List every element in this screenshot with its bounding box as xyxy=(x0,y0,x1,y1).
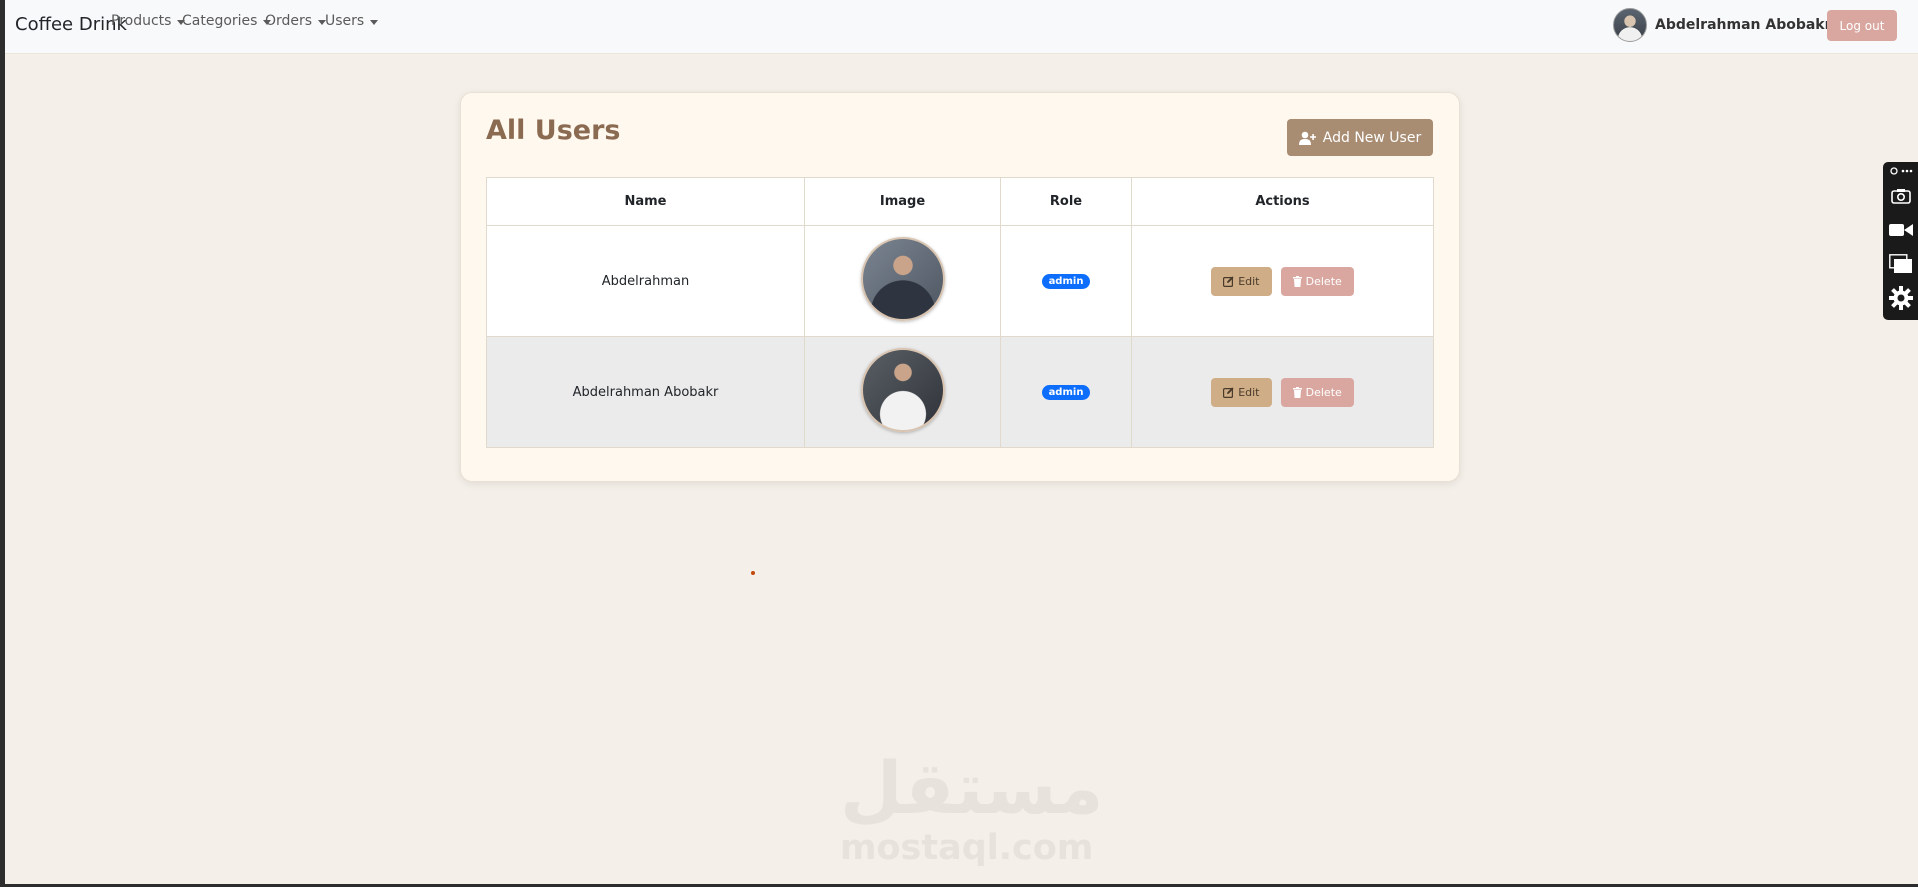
windows-icon xyxy=(1888,254,1912,273)
nav-users-label: Users xyxy=(325,13,365,29)
nav-categories-dropdown[interactable]: Categories xyxy=(182,13,272,29)
users-card: All Users Add New User Name Image Role A… xyxy=(460,92,1460,482)
user-role-cell: admin xyxy=(1000,225,1132,337)
delete-label: Delete xyxy=(1305,385,1342,399)
edit-button[interactable]: Edit xyxy=(1211,266,1272,296)
toolbar-menu-button[interactable] xyxy=(1883,166,1918,176)
edit-label: Edit xyxy=(1238,385,1260,399)
user-actions-cell: Edit Delete xyxy=(1131,336,1434,448)
current-user[interactable]: Abdelrahman Abobakr xyxy=(1613,8,1832,42)
user-actions-cell: Edit Delete xyxy=(1131,225,1434,337)
user-name-cell: Abdelrahman Abobakr xyxy=(486,336,805,448)
nav-orders-label: Orders xyxy=(265,13,313,29)
edit-label: Edit xyxy=(1238,274,1260,288)
watermark-logo-arabic: مستقل xyxy=(840,746,1104,830)
delete-button[interactable]: Delete xyxy=(1280,377,1354,407)
avatar xyxy=(1613,8,1647,42)
delete-label: Delete xyxy=(1305,274,1342,288)
windows-button[interactable] xyxy=(1883,254,1918,274)
nav-products-label: Products xyxy=(111,13,172,29)
watermark-logo-latin: mostaql.com xyxy=(840,828,1094,868)
add-user-button[interactable]: Add New User xyxy=(1287,119,1433,156)
logout-button[interactable]: Log out xyxy=(1827,10,1897,41)
caret-down-icon xyxy=(370,19,379,25)
current-user-name: Abdelrahman Abobakr xyxy=(1655,17,1832,33)
nav-categories-label: Categories xyxy=(182,13,258,29)
user-role-cell: admin xyxy=(1000,336,1132,448)
user-plus-icon xyxy=(1298,131,1316,145)
header-actions: Actions xyxy=(1131,177,1434,226)
camera-icon xyxy=(1890,189,1911,204)
role-badge: admin xyxy=(1041,385,1091,400)
page-title: All Users xyxy=(486,115,621,146)
window-frame-left xyxy=(0,0,5,887)
header-name: Name xyxy=(486,177,805,226)
gear-icon xyxy=(1888,286,1913,310)
add-user-label: Add New User xyxy=(1322,129,1422,146)
user-image-cell xyxy=(804,225,1001,337)
delete-button[interactable]: Delete xyxy=(1280,266,1354,296)
table-row: Abdelrahman admin Edit Delete xyxy=(486,225,1434,337)
more-icon xyxy=(1889,167,1912,175)
table-header-row: Name Image Role Actions xyxy=(486,177,1434,226)
header-role: Role xyxy=(1000,177,1132,226)
trash-icon xyxy=(1292,275,1302,287)
table-row: Abdelrahman Abobakr admin Edit Delete xyxy=(486,336,1434,448)
trash-icon xyxy=(1292,386,1302,398)
user-photo xyxy=(860,237,945,321)
header-image: Image xyxy=(804,177,1001,226)
screenshot-button[interactable] xyxy=(1883,188,1918,204)
role-badge: admin xyxy=(1041,274,1091,289)
user-image-cell xyxy=(804,336,1001,448)
record-button[interactable] xyxy=(1883,222,1918,238)
nav-products-dropdown[interactable]: Products xyxy=(111,13,186,29)
settings-button[interactable] xyxy=(1883,286,1918,310)
video-camera-icon xyxy=(1888,224,1913,236)
user-name-cell: Abdelrahman xyxy=(486,225,805,337)
nav-orders-dropdown[interactable]: Orders xyxy=(265,13,327,29)
top-navbar: Coffee Drink Products Categories Orders … xyxy=(5,0,1918,54)
edit-button[interactable]: Edit xyxy=(1211,377,1272,407)
nav-users-dropdown[interactable]: Users xyxy=(325,13,379,29)
floating-toolbar xyxy=(1883,162,1918,320)
users-table: Name Image Role Actions Abdelrahman admi… xyxy=(486,177,1434,448)
edit-icon xyxy=(1223,275,1234,287)
edit-icon xyxy=(1223,386,1234,398)
user-photo xyxy=(860,348,945,432)
cursor-dot xyxy=(751,571,755,575)
